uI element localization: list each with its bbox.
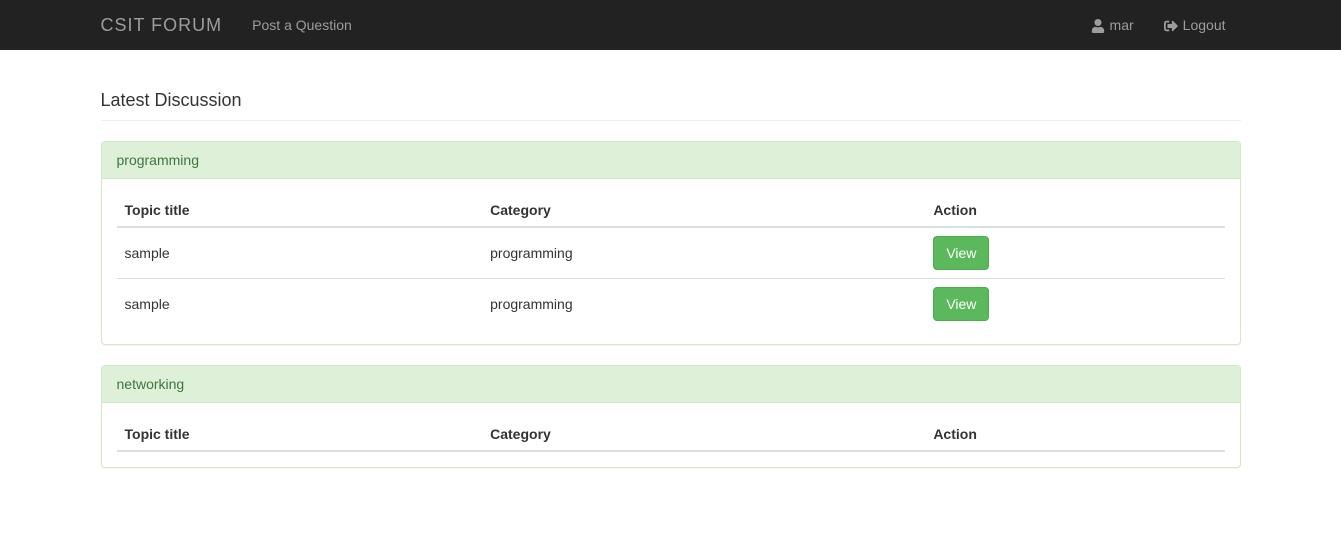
cell-action: View <box>925 227 1224 279</box>
cell-action: View <box>925 279 1224 330</box>
header-action: Action <box>925 418 1224 451</box>
panel-body: Topic titleCategoryActionsampleprogrammi… <box>102 179 1240 344</box>
table-row: sampleprogrammingView <box>117 279 1225 330</box>
view-button[interactable]: View <box>933 287 989 321</box>
logout-icon <box>1164 17 1178 33</box>
panel-title-link[interactable]: networking <box>117 376 185 392</box>
header-topic-title: Topic title <box>117 418 483 451</box>
cell-topic-title: sample <box>117 227 483 279</box>
view-button[interactable]: View <box>933 236 989 270</box>
panel-title-link[interactable]: programming <box>117 152 199 168</box>
cell-category: programming <box>482 279 925 330</box>
logout-label: Logout <box>1183 17 1226 33</box>
category-panel: programmingTopic titleCategoryActionsamp… <box>101 141 1241 345</box>
page-title: Latest Discussion <box>101 90 1241 111</box>
header-category: Category <box>482 194 925 227</box>
username-label: mar <box>1110 17 1134 33</box>
header-action: Action <box>925 194 1224 227</box>
navbar: CSIT FORUM Post a Question mar Logout <box>0 0 1341 50</box>
cell-topic-title: sample <box>117 279 483 330</box>
panel-body: Topic titleCategoryAction <box>102 403 1240 467</box>
page-header: Latest Discussion <box>101 90 1241 121</box>
category-panel: networking Topic titleCategoryAction <box>101 365 1241 468</box>
topics-table: Topic titleCategoryActionsampleprogrammi… <box>117 194 1225 329</box>
panel-heading: networking <box>102 366 1240 403</box>
topics-table: Topic titleCategoryAction <box>117 418 1225 452</box>
header-topic-title: Topic title <box>117 194 483 227</box>
panel-heading: programming <box>102 142 1240 179</box>
table-row: sampleprogrammingView <box>117 227 1225 279</box>
user-icon <box>1091 17 1105 33</box>
user-link[interactable]: mar <box>1076 2 1149 48</box>
post-question-link[interactable]: Post a Question <box>237 2 367 48</box>
cell-category: programming <box>482 227 925 279</box>
logout-link[interactable]: Logout <box>1149 2 1241 48</box>
header-category: Category <box>482 418 925 451</box>
brand-link[interactable]: CSIT FORUM <box>101 0 238 51</box>
